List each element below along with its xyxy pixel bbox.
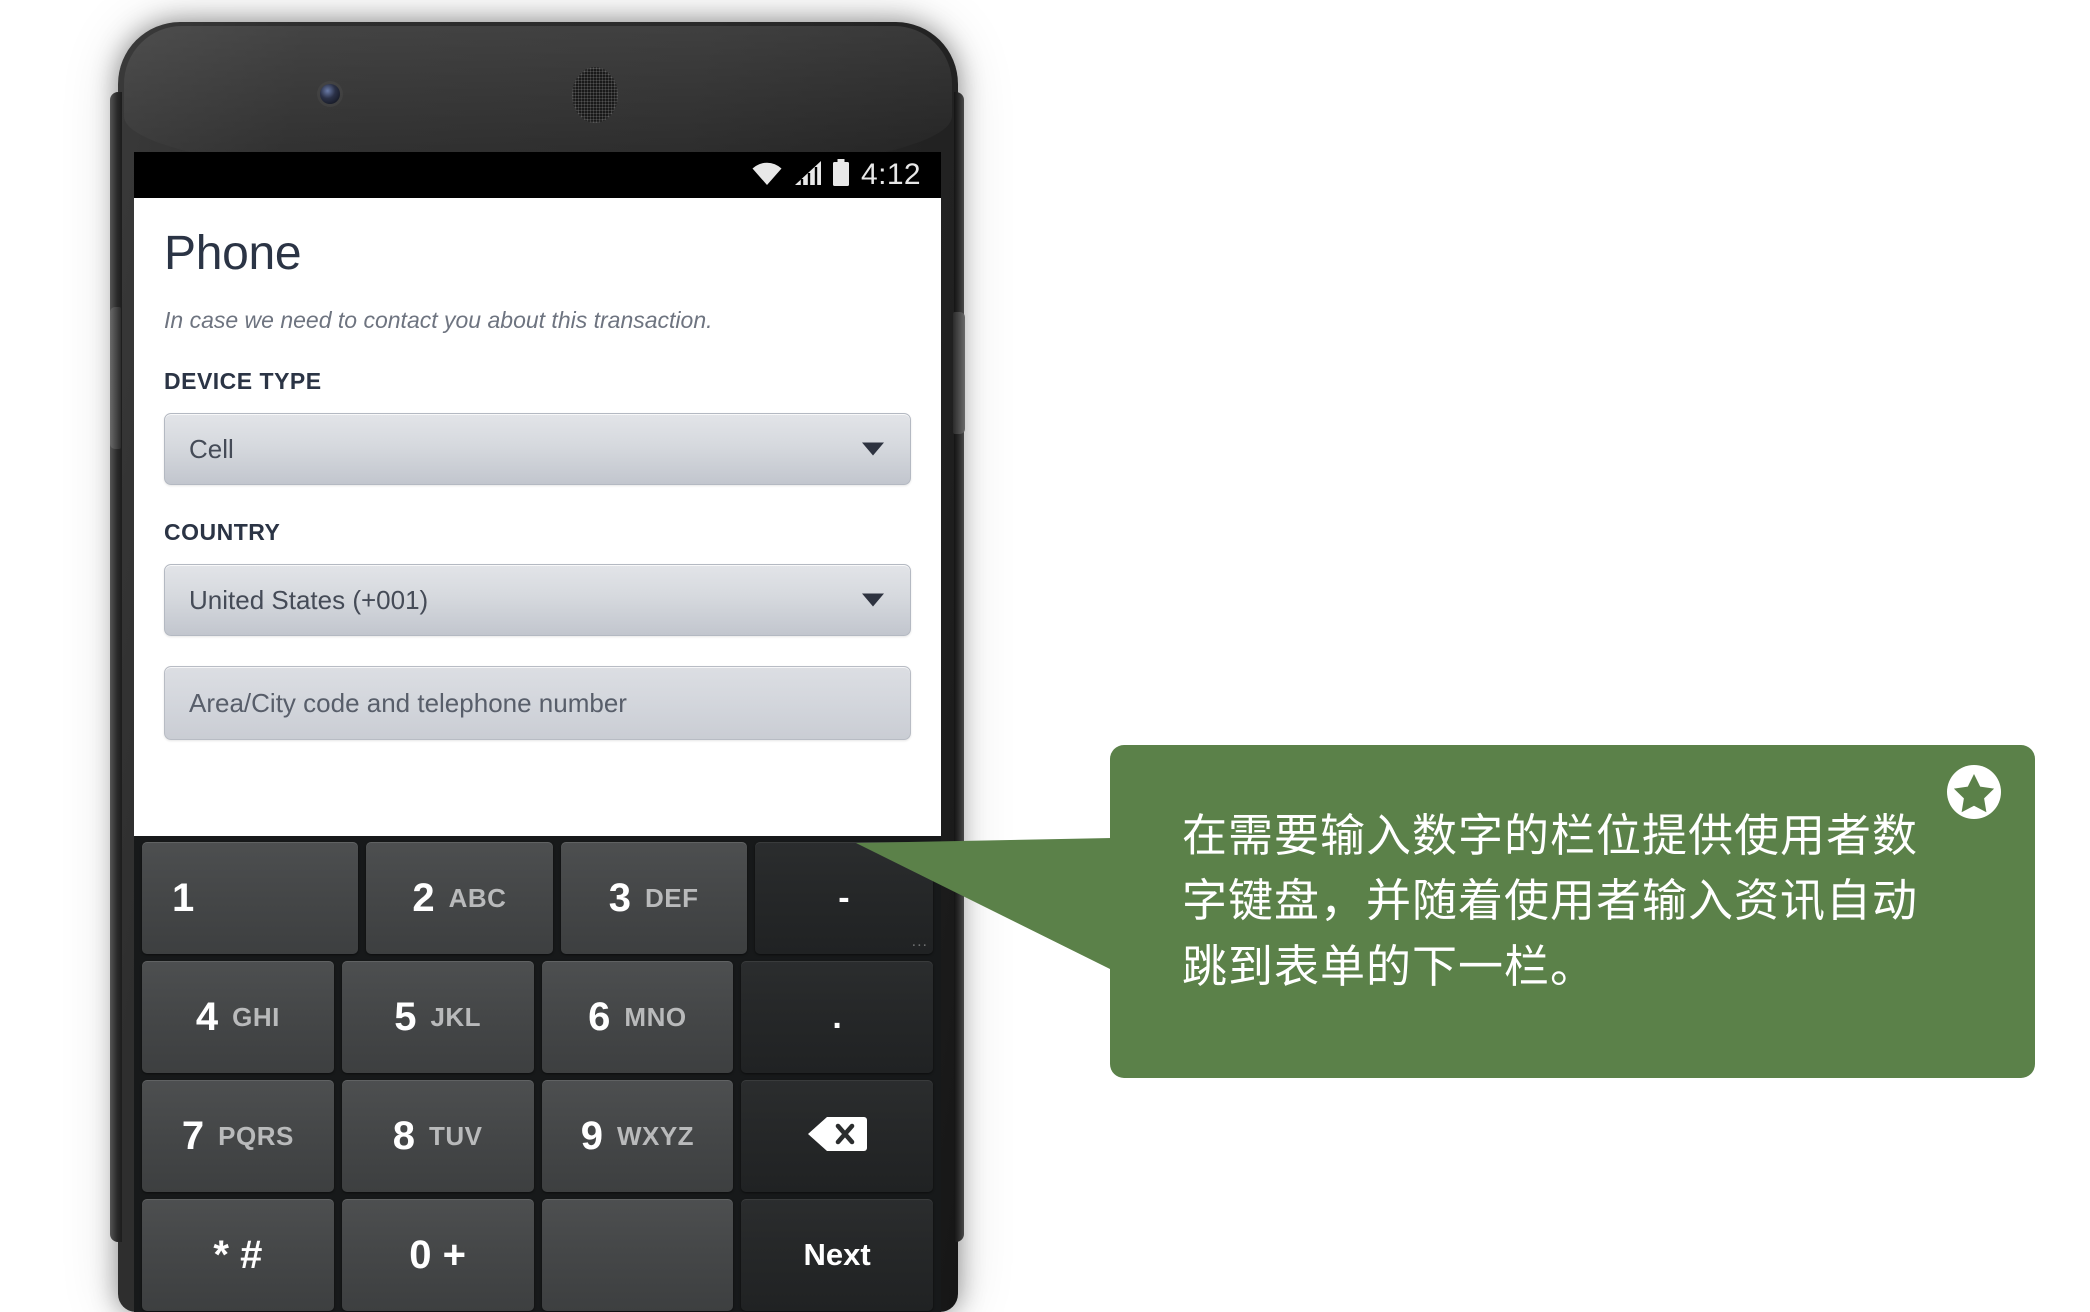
callout-pointer-triangle [856,838,1112,970]
phone-number-placeholder: Area/City code and telephone number [189,687,627,718]
page-subtitle: In case we need to contact you about thi… [164,307,713,333]
country-select[interactable]: United States (+001) [164,564,911,636]
key-symbol: . [832,998,842,1036]
keypad-row: * # 0 + Next [138,1199,937,1311]
key-backspace[interactable] [741,1080,933,1192]
page-title: Phone [164,227,302,280]
phone-form: Phone In case we need to contact you abo… [134,198,941,836]
key-letters: JKL [430,1002,482,1032]
key-symbol: 0 + [409,1233,466,1277]
key-symbol: * # [213,1233,263,1277]
key-next[interactable]: Next [741,1199,933,1311]
key-letters: DEF [645,883,699,913]
key-letters: ABC [448,883,507,913]
star-badge-icon [1945,763,2003,821]
device-type-select[interactable]: Cell [164,413,911,485]
key-letters: WXYZ [616,1121,695,1151]
key-digit: 6 [588,995,611,1039]
key-symbol: - [838,879,850,917]
front-camera-icon [320,84,340,104]
status-bar: 4:12 [134,152,941,198]
key-letters: PQRS [218,1121,294,1151]
key-2[interactable]: 2 ABC [366,842,553,954]
key-zero-plus[interactable]: 0 + [341,1199,534,1311]
key-next-label: Next [803,1237,871,1272]
earpiece-speaker-icon [572,67,618,123]
phone-number-input[interactable]: Area/City code and telephone number [164,666,911,740]
key-digit: 4 [195,995,219,1039]
phone-right-edge [954,92,964,1242]
chevron-down-icon [862,442,884,456]
keypad-row: 4 GHI 5 JKL 6 MNO . [138,961,937,1073]
key-5[interactable]: 5 JKL [341,961,534,1073]
signal-bars-icon [793,160,823,191]
status-bar-clock: 4:12 [861,158,921,191]
key-9[interactable]: 9 WXYZ [541,1080,734,1192]
key-4[interactable]: 4 GHI [142,961,334,1073]
key-letters: MNO [624,1002,687,1032]
key-letters: GHI [232,1002,280,1032]
key-digit: 9 [580,1114,603,1158]
key-7[interactable]: 7 PQRS [142,1080,334,1192]
key-digit: 3 [608,876,631,920]
annotation-callout: 在需要输入数字的栏位提供使用者数字键盘，并随着使用者输入资讯自动跳到表单的下一栏… [1110,745,2035,1078]
power-button[interactable] [953,312,965,434]
backspace-icon [807,1115,868,1158]
keypad-row: 1 2 ABC 3 DEF - ... [138,842,937,954]
key-digit: 1 [172,876,195,920]
field-label-device-type: DEVICE TYPE [164,368,322,394]
chevron-down-icon [862,593,884,607]
key-8[interactable]: 8 TUV [341,1080,534,1192]
battery-icon [832,158,850,192]
key-space[interactable] [541,1199,734,1311]
key-1[interactable]: 1 [142,842,359,954]
phone-device: 4:12 Phone In case we need to contact yo… [98,22,978,1312]
wifi-icon [750,160,784,191]
phone-left-edge [110,92,122,1242]
key-star-hash[interactable]: * # [142,1199,334,1311]
volume-rocker-button[interactable] [110,307,121,449]
keypad-row: 7 PQRS 8 TUV 9 WXYZ [138,1080,937,1192]
key-digit: 7 [181,1114,205,1158]
key-digit: 8 [392,1114,415,1158]
key-letters: TUV [429,1121,483,1151]
field-label-country: COUNTRY [164,519,281,545]
numeric-keypad: 1 2 ABC 3 DEF - ... 4 GHI 5 JKL 6 MNO . … [134,836,941,1312]
key-3[interactable]: 3 DEF [560,842,747,954]
country-value: United States (+001) [189,584,429,615]
phone-screen: 4:12 Phone In case we need to contact yo… [134,152,941,1312]
callout-text: 在需要输入数字的栏位提供使用者数字键盘，并随着使用者输入资讯自动跳到表单的下一栏… [1182,809,1919,993]
key-digit: 5 [394,995,417,1039]
device-type-value: Cell [189,433,234,464]
key-6[interactable]: 6 MNO [541,961,734,1073]
key-digit: 2 [412,876,435,920]
key-period[interactable]: . [741,961,933,1073]
